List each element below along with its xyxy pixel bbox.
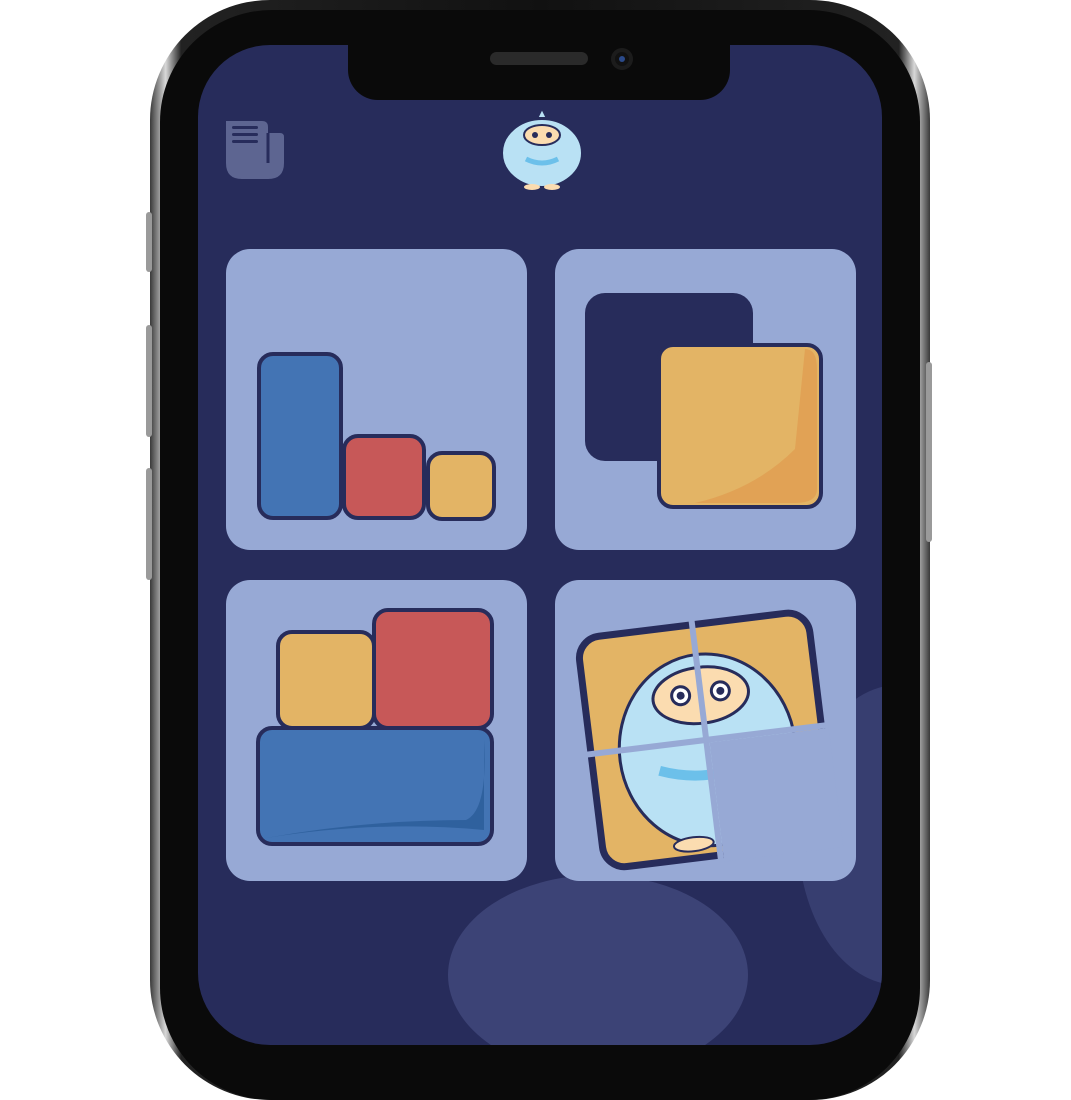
app-screen — [198, 45, 882, 1045]
phone-volume-down — [146, 468, 152, 580]
stack-blocks-icon — [256, 608, 494, 846]
phone-notch — [348, 45, 730, 100]
sort-blocks-by-size-icon — [257, 352, 496, 521]
phone-volume-up — [146, 325, 152, 437]
speaker-grille — [490, 52, 588, 65]
level-card-jigsaw-puzzle[interactable] — [555, 580, 856, 881]
fit-square-into-slot-icon — [585, 293, 823, 509]
background-blob — [448, 875, 748, 1045]
jigsaw-puzzle-yeti-icon — [575, 609, 844, 871]
phone-mute-switch — [146, 212, 152, 272]
camera-icon — [611, 48, 633, 70]
level-card-fit-square[interactable] — [555, 249, 856, 550]
level-card-stack-blocks[interactable] — [226, 580, 527, 881]
level-card-sort-blocks[interactable] — [226, 249, 527, 550]
yeti-mascot-icon — [498, 107, 586, 191]
scroll-document-icon[interactable] — [224, 119, 286, 181]
phone-power-button — [926, 362, 932, 542]
